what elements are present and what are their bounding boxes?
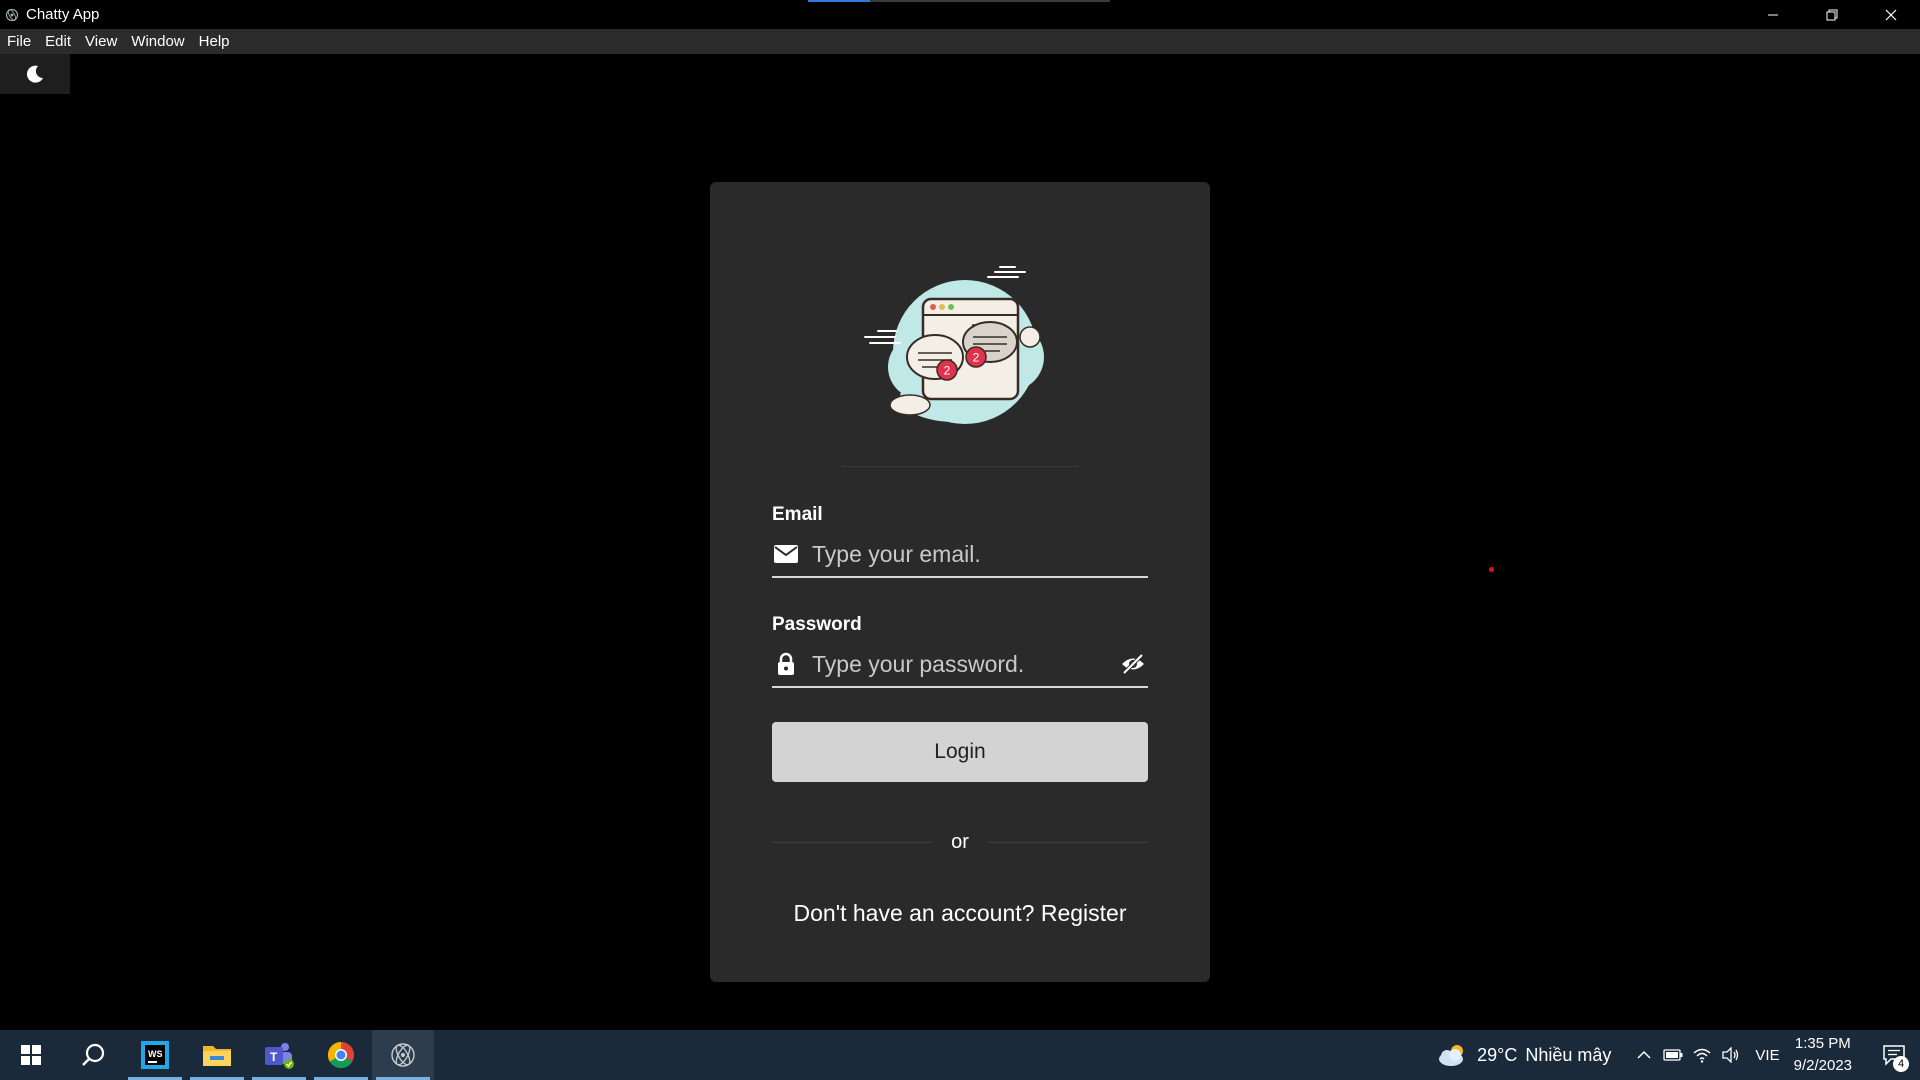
taskbar-chrome[interactable] xyxy=(310,1030,372,1080)
wifi-icon xyxy=(1693,1048,1711,1063)
restore-button[interactable] xyxy=(1802,0,1861,29)
taskbar-webstorm[interactable]: WS xyxy=(124,1030,186,1080)
weather-desc: Nhiều mây xyxy=(1525,1044,1612,1065)
password-field-wrapper xyxy=(772,642,1148,688)
menu-window[interactable]: Window xyxy=(124,29,191,54)
app-icon xyxy=(4,7,20,23)
minimize-icon xyxy=(1767,14,1778,15)
chrome-icon xyxy=(327,1041,354,1069)
menu-view[interactable]: View xyxy=(78,29,124,54)
login-card: 2 2 Email Password Login or Don't have a… xyxy=(710,182,1210,982)
battery-button[interactable] xyxy=(1658,1030,1687,1080)
title-bar: Chatty App xyxy=(0,0,1920,29)
password-input[interactable] xyxy=(812,650,1118,678)
chevron-up-icon xyxy=(1637,1050,1651,1059)
webstorm-icon: WS xyxy=(141,1041,169,1069)
minimize-button[interactable] xyxy=(1743,0,1802,29)
taskbar: WS T 29°C Nhiều mây VIE 1:35 PM 9/2/2023… xyxy=(0,1030,1920,1080)
weather-widget[interactable]: 29°C Nhiều mây xyxy=(1437,1042,1611,1068)
taskbar-electron-app[interactable] xyxy=(372,1030,434,1080)
system-tray: 29°C Nhiều mây VIE 1:35 PM 9/2/2023 4 xyxy=(1437,1030,1920,1080)
clock[interactable]: 1:35 PM 9/2/2023 xyxy=(1794,1033,1852,1077)
register-link[interactable]: Don't have an account? Register xyxy=(710,900,1210,927)
menu-bar: File Edit View Window Help xyxy=(0,29,1920,54)
moon-icon xyxy=(26,65,43,83)
cursor-dot xyxy=(1489,567,1494,572)
menu-edit[interactable]: Edit xyxy=(38,29,78,54)
svg-text:T: T xyxy=(270,1050,278,1064)
login-button[interactable]: Login xyxy=(772,722,1148,782)
taskbar-teams[interactable]: T xyxy=(248,1030,310,1080)
mail-icon xyxy=(772,540,800,568)
badge-left: 2 xyxy=(944,364,951,378)
search-icon xyxy=(82,1043,105,1066)
email-field-wrapper xyxy=(772,532,1148,578)
email-input[interactable] xyxy=(812,540,1148,568)
title-active-indicator xyxy=(808,0,1110,2)
svg-text:WS: WS xyxy=(148,1049,163,1059)
close-button[interactable] xyxy=(1861,0,1920,29)
folder-icon xyxy=(203,1046,231,1066)
restore-icon xyxy=(1826,9,1837,20)
email-label: Email xyxy=(772,504,823,525)
weather-temp: 29°C xyxy=(1477,1044,1518,1065)
teams-icon: T xyxy=(265,1043,294,1069)
or-text: or xyxy=(951,830,969,853)
notification-count: 4 xyxy=(1893,1056,1909,1072)
or-divider: or xyxy=(772,828,1149,856)
taskbar-file-explorer[interactable] xyxy=(186,1030,248,1080)
language-indicator[interactable]: VIE xyxy=(1755,1047,1779,1064)
menu-file[interactable]: File xyxy=(0,29,38,54)
volume-button[interactable] xyxy=(1716,1030,1745,1080)
show-hidden-icons-button[interactable] xyxy=(1629,1030,1658,1080)
chat-cloud-illustration: 2 2 xyxy=(864,266,1044,424)
lock-icon xyxy=(772,650,800,678)
badge-right: 2 xyxy=(973,351,980,365)
clock-time: 1:35 PM xyxy=(1794,1035,1851,1052)
eye-off-icon[interactable] xyxy=(1118,649,1148,679)
window-title: Chatty App xyxy=(26,6,100,23)
cloudy-weather-icon xyxy=(1439,1045,1464,1066)
start-button[interactable] xyxy=(0,1030,62,1080)
menu-help[interactable]: Help xyxy=(192,29,237,54)
clock-date: 9/2/2023 xyxy=(1793,1057,1852,1074)
theme-toggle-button[interactable] xyxy=(0,54,70,94)
notification-center-button[interactable]: 4 xyxy=(1874,1030,1914,1080)
network-button[interactable] xyxy=(1687,1030,1716,1080)
password-label: Password xyxy=(772,614,862,635)
divider xyxy=(842,466,1078,467)
close-icon xyxy=(1885,9,1896,20)
windows-icon xyxy=(21,1045,41,1065)
electron-icon xyxy=(391,1043,415,1067)
battery-icon xyxy=(1663,1049,1683,1061)
speaker-icon xyxy=(1722,1047,1739,1063)
search-button[interactable] xyxy=(62,1030,124,1080)
